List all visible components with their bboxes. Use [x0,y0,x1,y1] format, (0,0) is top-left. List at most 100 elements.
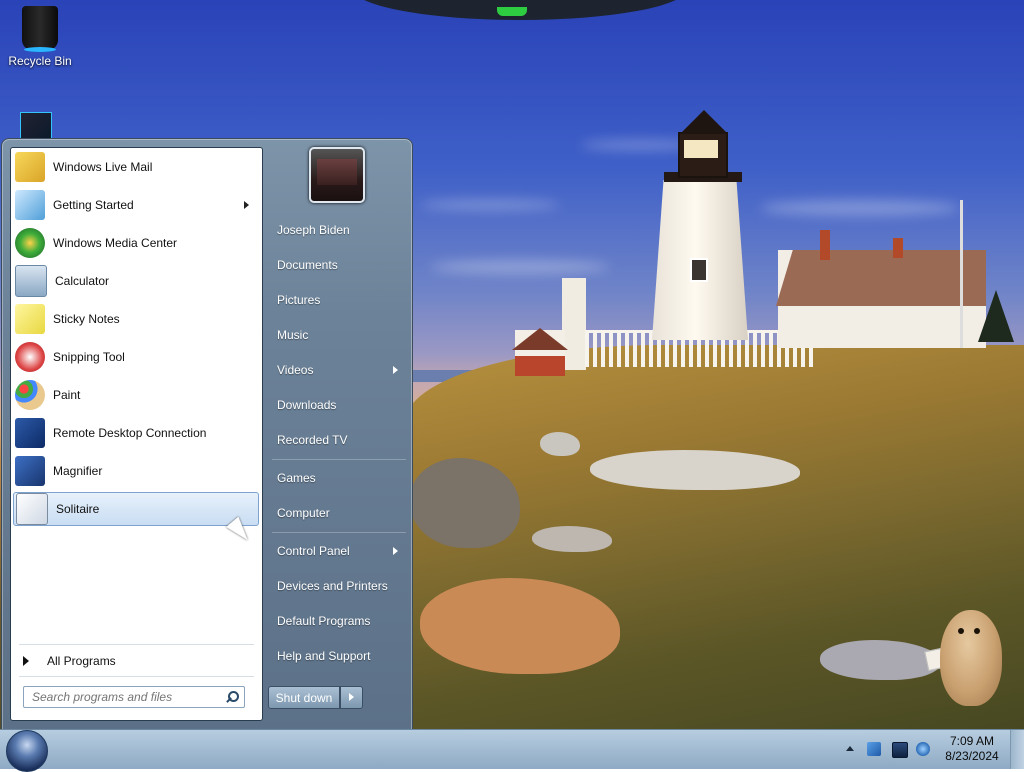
program-item[interactable]: Calculator [13,264,259,298]
lighthouse-window [690,258,708,282]
divider [19,676,254,677]
program-item[interactable]: Windows Live Mail [13,150,259,184]
program-label: Remote Desktop Connection [53,426,207,440]
right-item-games[interactable]: Games [270,463,408,493]
recycle-bin-icon [22,6,58,52]
rock [540,432,580,456]
search-box[interactable] [23,686,245,708]
media-center-icon [15,228,45,258]
chimney [893,238,903,258]
cloud [420,200,560,210]
right-item-default-programs[interactable]: Default Programs [270,606,408,636]
network-icon[interactable] [916,742,930,756]
all-programs-button[interactable]: All Programs [15,649,257,673]
shutdown-button[interactable]: Shut down [268,686,340,709]
hamster-gadget [940,610,1002,706]
right-item-documents[interactable]: Documents [270,250,408,280]
status-light-icon [497,7,527,16]
shed-base [515,356,565,376]
right-item-help-support[interactable]: Help and Support [270,641,408,671]
show-hidden-icons-icon[interactable] [846,746,854,751]
calculator-icon [15,265,47,297]
magnifier-icon [15,456,45,486]
action-center-flag-icon[interactable] [867,742,881,756]
right-item-devices-printers[interactable]: Devices and Printers [270,571,408,601]
cloud [430,260,610,274]
paint-palette-icon [15,380,45,410]
divider [272,459,406,460]
right-item-label: Pictures [277,293,321,307]
arrow-right-icon [23,656,29,666]
right-item-label: Videos [277,363,314,377]
divider [19,644,254,645]
house-roof [776,250,986,306]
submenu-arrow-icon [393,547,398,555]
hamster-eye [958,628,964,634]
hamster-eye [974,628,980,634]
right-item-label: Devices and Printers [277,579,388,593]
desktop-icon-label: Recycle Bin [8,54,72,68]
program-label: Sticky Notes [53,312,120,326]
program-item[interactable]: Remote Desktop Connection [13,416,259,450]
right-item-downloads[interactable]: Downloads [270,390,408,420]
program-item[interactable]: Getting Started [13,188,259,222]
program-label: Snipping Tool [53,350,125,364]
right-item-label: Control Panel [277,544,350,558]
right-item-user[interactable]: Joseph Biden [270,215,408,245]
program-label: Getting Started [53,198,134,212]
remote-desktop-icon [15,418,45,448]
submenu-arrow-icon [244,201,249,209]
right-item-music[interactable]: Music [270,320,408,350]
right-item-label: Joseph Biden [277,223,350,237]
right-item-videos[interactable]: Videos [270,355,408,385]
start-menu: Windows Live Mail Getting Started Window… [1,138,413,731]
clock-time: 7:09 AM [949,734,995,748]
right-item-label: Default Programs [277,614,371,628]
right-item-computer[interactable]: Computer [270,498,408,528]
small-tower [562,278,586,370]
submenu-arrow-icon [393,366,398,374]
right-item-label: Computer [277,506,330,520]
right-item-recorded-tv[interactable]: Recorded TV [270,425,408,455]
program-item[interactable]: Sticky Notes [13,302,259,336]
clock-date: 8/23/2024 [945,749,999,763]
display-icon[interactable] [892,742,908,758]
lighthouse-glass [684,140,718,158]
programs-pane: Windows Live Mail Getting Started Window… [10,147,263,721]
program-label: Windows Live Mail [53,160,153,174]
program-item-selected[interactable]: Solitaire [13,492,259,526]
right-item-label: Music [277,328,309,342]
user-account-picture[interactable] [309,147,365,203]
search-icon[interactable] [226,691,239,703]
pine-tree [978,290,1014,342]
program-item[interactable]: Paint [13,378,259,412]
right-item-label: Help and Support [277,649,371,663]
right-item-pictures[interactable]: Pictures [270,285,408,315]
right-item-label: Games [277,471,316,485]
start-button[interactable] [6,730,48,772]
rock [590,450,800,490]
flag-pole [960,200,963,348]
getting-started-icon [15,190,45,220]
search-input[interactable] [24,690,226,704]
show-desktop-button[interactable] [1010,730,1024,769]
system-clock[interactable]: 7:09 AM 8/23/2024 [940,734,1004,764]
chimney [820,230,830,260]
mail-icon [15,152,45,182]
lighthouse-roof [680,110,728,134]
sticky-notes-icon [15,304,45,334]
right-item-label: Recorded TV [277,433,348,447]
cloud [760,200,960,216]
right-item-control-panel[interactable]: Control Panel [270,536,408,566]
program-item[interactable]: Windows Media Center [13,226,259,260]
program-label: Paint [53,388,81,402]
right-item-label: Downloads [277,398,337,412]
program-item[interactable]: Magnifier [13,454,259,488]
scissors-icon [15,342,45,372]
divider [272,532,406,533]
program-item[interactable]: Snipping Tool [13,340,259,374]
rock [820,640,940,680]
shutdown-options-button[interactable] [340,686,363,709]
desktop-icon-recycle-bin[interactable]: Recycle Bin [0,0,80,68]
program-label: Magnifier [53,464,103,478]
